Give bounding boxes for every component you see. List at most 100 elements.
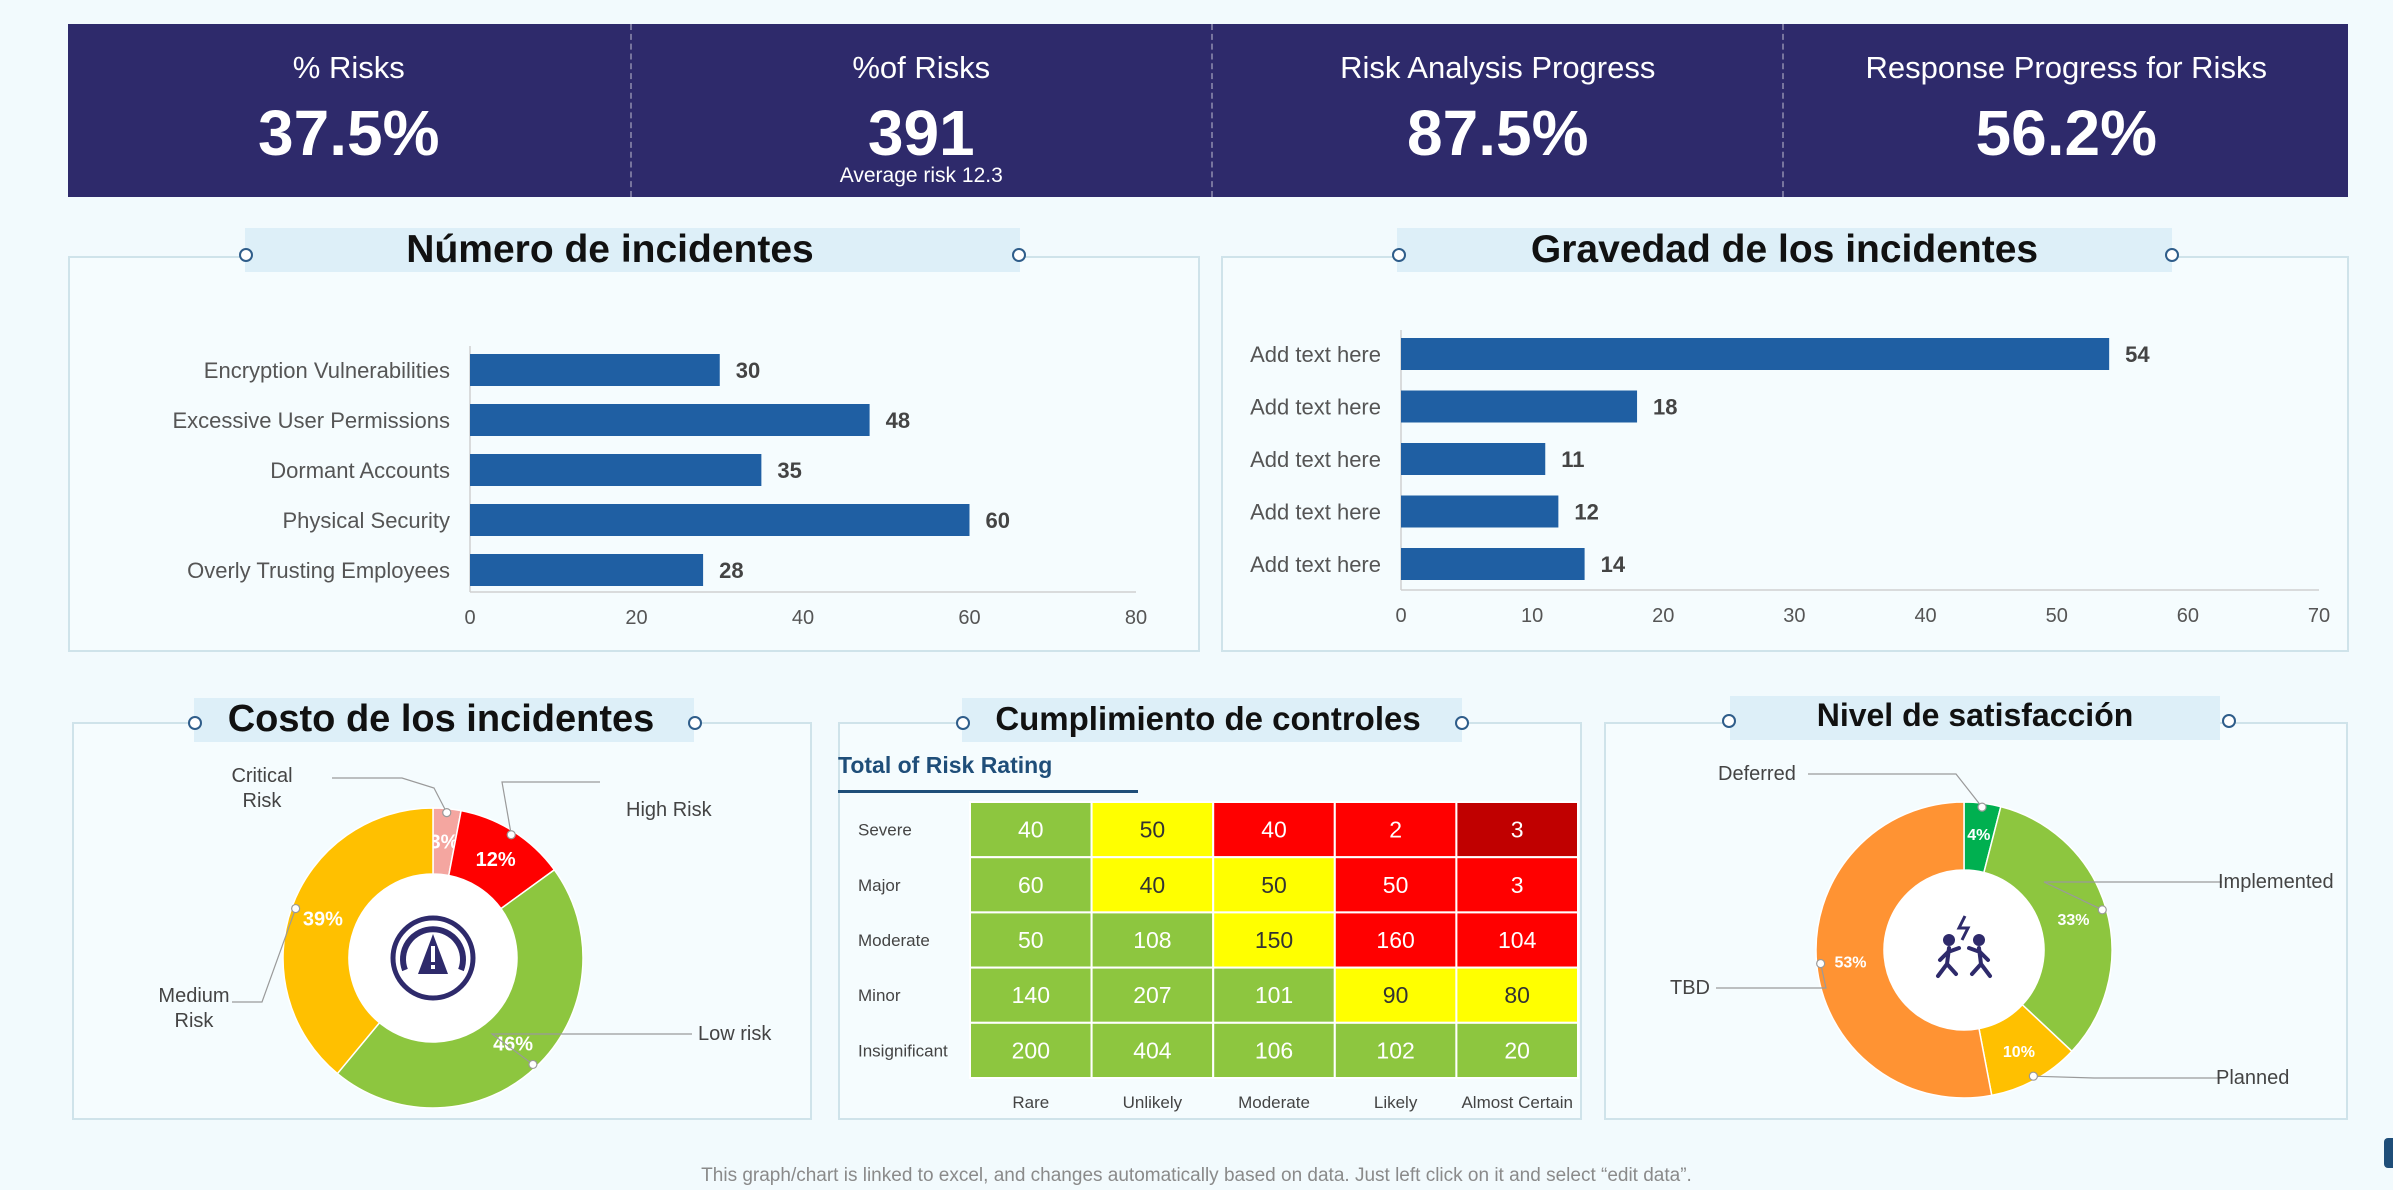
bar — [1401, 338, 2110, 370]
x-tick-label: 20 — [625, 607, 647, 629]
kpi-response-progress: Response Progress for Risks 56.2% — [1784, 24, 2348, 197]
slice-percent-label: 46% — [493, 1033, 533, 1055]
slice-name-label: Implemented — [2218, 871, 2334, 893]
x-tick-label: 10 — [1521, 605, 1543, 627]
heatmap-row-label: Moderate — [858, 931, 930, 950]
heatmap-cell-value: 50 — [1140, 817, 1166, 843]
slice-percent-label: 53% — [1834, 955, 1866, 972]
heatmap-row-label: Severe — [858, 821, 912, 840]
slice-percent-label: 10% — [2003, 1044, 2035, 1061]
x-tick-label: 60 — [958, 607, 980, 629]
slice-name-label: Critical — [231, 765, 292, 787]
heatmap-cell-value: 3 — [1511, 817, 1524, 843]
incidents-bar-chart: 0 20 40 60 80 Encryption Vulnerabilities 30 Exc… — [172, 346, 1147, 629]
data-label: 48 — [886, 408, 910, 433]
data-label: 54 — [2125, 342, 2150, 367]
leader-dot — [506, 830, 516, 840]
cost-donut-chart: 3%CriticalRisk12%High Risk46% Low risk39%… — [158, 765, 772, 1109]
heatmap-cell-value: 200 — [1012, 1037, 1050, 1063]
category-label: Excessive User Permissions — [172, 408, 450, 433]
severity-bar-chart: 0 10 20 30 40 50 60 70 Add text here 54 Add text h… — [1250, 330, 2330, 627]
slice-percent-label: 33% — [2057, 912, 2089, 929]
leader-dot — [2028, 1071, 2038, 1081]
leader-dot — [1816, 958, 1826, 969]
heatmap-col-label: Likely — [1374, 1093, 1418, 1112]
heatmap-cell-value: 140 — [1012, 982, 1050, 1008]
warning-mark — [431, 965, 435, 969]
heatmap-cell-value: 2 — [1389, 817, 1402, 843]
slice-name-label: Risk — [175, 1010, 215, 1032]
slice-percent-label: 4% — [1967, 827, 1990, 844]
bar — [470, 354, 720, 386]
x-tick-label: 40 — [1914, 605, 1936, 627]
heatmap-cell-value: 207 — [1133, 982, 1171, 1008]
heatmap-cell-value: 160 — [1376, 927, 1414, 953]
x-tick-label: 0 — [1395, 605, 1406, 627]
data-label: 14 — [1601, 552, 1626, 577]
x-tick-label: 80 — [1125, 607, 1147, 629]
slice-percent-label: 12% — [476, 849, 516, 871]
footer-note: This graph/chart is linked to excel, and… — [701, 1165, 1692, 1186]
kpi-label: %of Risks — [852, 50, 991, 85]
kpi-label: Response Progress for Risks — [1865, 50, 2267, 85]
heatmap-col-label: Almost Certain — [1461, 1093, 1572, 1112]
leader-line — [501, 781, 600, 835]
bar — [470, 504, 970, 536]
bar — [470, 404, 870, 436]
heatmap-cell-value: 40 — [1261, 817, 1287, 843]
leader-dot — [528, 1059, 538, 1070]
kpi-strip: % Risks 37.5% %of Risks 391 Average risk… — [68, 24, 2348, 197]
leader-dot — [291, 903, 301, 914]
heatmap-cell-value: 108 — [1133, 927, 1171, 953]
data-label: 35 — [777, 458, 801, 483]
leader-dot — [1977, 802, 1987, 812]
heatmap-cell-value: 106 — [1255, 1037, 1293, 1063]
category-label: Add text here — [1250, 447, 1381, 472]
leader-line — [2033, 1075, 2220, 1079]
heatmap-col-label: Moderate — [1238, 1093, 1310, 1112]
donut-hole — [1884, 870, 2044, 1030]
heatmap-col-label: Unlikely — [1123, 1093, 1183, 1112]
heatmap-cell-value: 102 — [1376, 1037, 1414, 1063]
kpi-sub: Average risk 12.3 — [839, 164, 1003, 187]
category-label: Add text here — [1250, 395, 1381, 420]
kpi-label: % Risks — [292, 50, 405, 85]
x-tick-label: 50 — [2046, 605, 2068, 627]
slice-name-label: High Risk — [626, 799, 713, 821]
heatmap-cell-value: 60 — [1018, 872, 1044, 898]
heatmap-row-label: Insignificant — [858, 1041, 948, 1060]
heatmap-cell-value: 50 — [1018, 927, 1044, 953]
kpi-risks-percent: % Risks 37.5% — [68, 24, 632, 197]
data-label: 30 — [736, 358, 760, 383]
category-label: Encryption Vulnerabilities — [204, 358, 450, 383]
x-tick-label: 40 — [792, 607, 814, 629]
category-label: Add text here — [1250, 500, 1381, 525]
heatmap-cell-value: 20 — [1504, 1037, 1530, 1063]
slice-name-label: Medium — [158, 985, 229, 1007]
heatmap-row-label: Major — [858, 876, 901, 895]
person-icon — [1943, 934, 1955, 946]
bar — [1401, 390, 1638, 423]
x-tick-label: 30 — [1783, 605, 1805, 627]
kpi-value: 87.5% — [1407, 97, 1589, 169]
warning-mark — [431, 946, 435, 962]
heatmap-cell-value: 90 — [1383, 982, 1409, 1008]
data-label: 18 — [1653, 395, 1677, 420]
category-label: Physical Security — [282, 508, 450, 533]
kpi-analysis-progress: Risk Analysis Progress 87.5% — [1213, 24, 1785, 197]
category-label: Add text here — [1250, 552, 1381, 577]
heatmap-cell-value: 404 — [1133, 1037, 1172, 1063]
data-label: 60 — [986, 508, 1010, 533]
kpi-value: 37.5% — [258, 97, 440, 169]
slice-percent-label: 39% — [303, 908, 343, 930]
slice-name-label: Planned — [2216, 1067, 2289, 1089]
bar — [470, 554, 704, 586]
heatmap-cell-value: 50 — [1383, 872, 1409, 898]
leader-line — [1716, 963, 1827, 989]
category-label: Add text here — [1250, 342, 1381, 367]
corner-mark — [2384, 1138, 2393, 1168]
bar — [1401, 443, 1546, 475]
heatmap-cell-value: 50 — [1261, 872, 1287, 898]
heatmap-cell-value: 150 — [1255, 927, 1293, 953]
category-label: Overly Trusting Employees — [187, 558, 450, 583]
